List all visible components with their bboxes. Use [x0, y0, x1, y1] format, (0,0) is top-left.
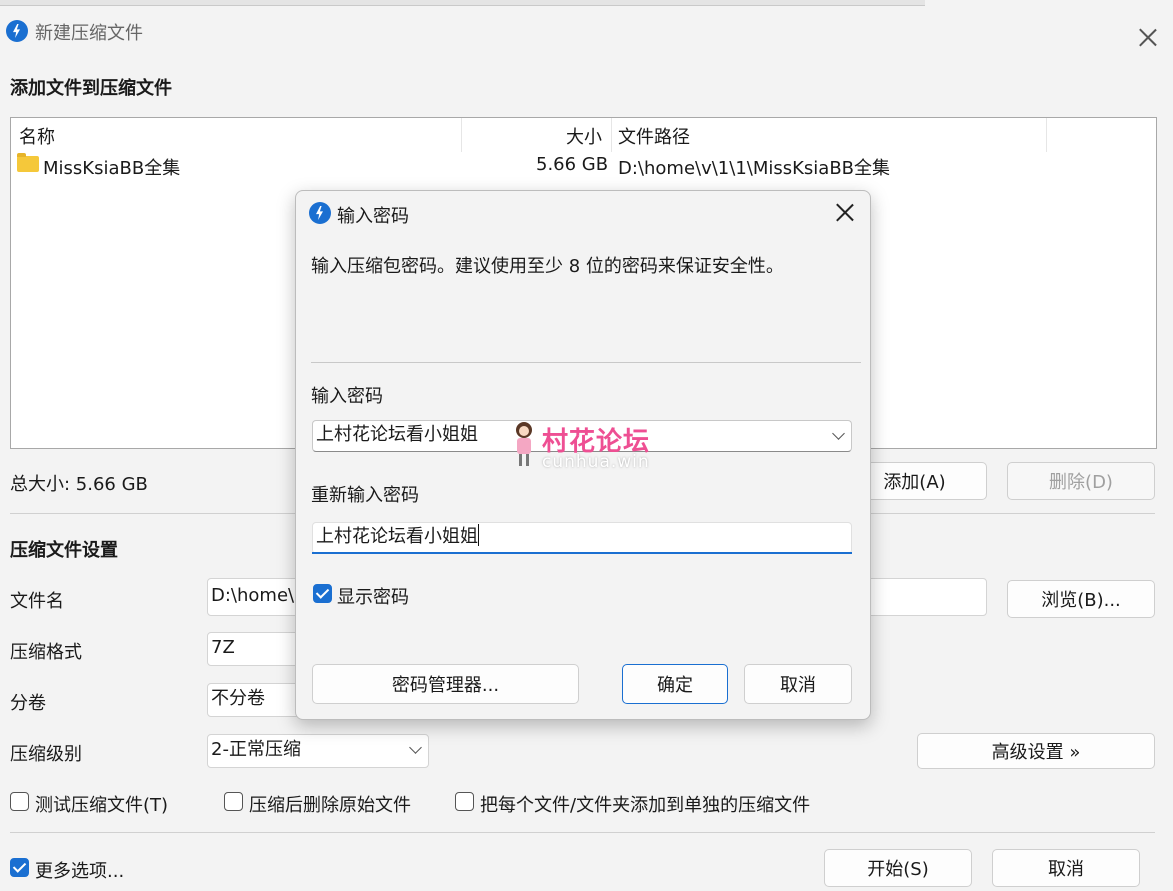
ok-button[interactable]: 确定 [622, 664, 728, 704]
show-password-checkbox[interactable] [313, 584, 332, 603]
password-manager-button[interactable]: 密码管理器... [312, 664, 579, 704]
settings-section-title: 压缩文件设置 [10, 540, 118, 561]
split-label: 分卷 [10, 693, 46, 714]
each-separate-label: 把每个文件/文件夹添加到单独的压缩文件 [480, 795, 811, 816]
format-label: 压缩格式 [10, 642, 82, 663]
close-icon[interactable] [1139, 28, 1157, 46]
dialog-description: 输入压缩包密码。建议使用至少 8 位的密码来保证安全性。 [311, 256, 784, 277]
watermark-figure-icon [510, 420, 538, 470]
filename-label: 文件名 [10, 591, 64, 612]
window-titlebar: 新建压缩文件 [0, 6, 1173, 52]
browse-button[interactable]: 浏览(B)... [1007, 580, 1155, 618]
advanced-settings-button[interactable]: 高级设置 » [917, 733, 1155, 769]
window-title: 新建压缩文件 [35, 23, 143, 44]
row-path: D:\home\v\1\1\MissKsiaBB全集 [618, 158, 891, 179]
start-button[interactable]: 开始(S) [824, 849, 972, 887]
total-size-label: 总大小: 5.66 GB [10, 474, 148, 495]
confirm-password-value: 上村花论坛看小姐姐 [316, 526, 478, 547]
test-archive-label: 测试压缩文件(T) [35, 795, 169, 816]
delete-after-label: 压缩后删除原始文件 [249, 795, 411, 816]
column-separator [1046, 118, 1047, 152]
show-password-label: 显示密码 [337, 587, 409, 608]
chevron-down-icon[interactable] [832, 427, 845, 440]
each-separate-checkbox[interactable] [455, 792, 474, 811]
level-select[interactable]: 2-正常压缩 [207, 734, 429, 768]
more-options-checkbox[interactable] [10, 858, 29, 877]
column-separator [461, 118, 462, 152]
divider [311, 362, 861, 363]
row-name: MissKsiaBB全集 [43, 158, 181, 179]
level-label: 压缩级别 [10, 744, 82, 765]
app-logo-icon [309, 202, 331, 224]
dialog-title: 输入密码 [337, 206, 409, 227]
delete-button[interactable]: 删除(D) [1007, 462, 1155, 500]
row-size: 5.66 GB [536, 154, 609, 175]
app-logo-icon [6, 20, 28, 42]
watermark-url: cunhua.win [542, 452, 650, 472]
delete-after-checkbox[interactable] [224, 792, 243, 811]
column-header-name[interactable]: 名称 [19, 123, 55, 149]
close-icon[interactable] [836, 203, 854, 221]
focus-underline [312, 552, 852, 554]
test-archive-checkbox[interactable] [10, 792, 29, 811]
column-separator [611, 118, 612, 152]
confirm-password-label: 重新输入密码 [311, 485, 419, 506]
more-options-label: 更多选项... [35, 861, 125, 882]
text-caret [478, 524, 479, 546]
column-header-size[interactable]: 大小 [566, 123, 602, 149]
password-input-value: 上村花论坛看小姐姐 [316, 424, 478, 445]
confirm-password-input[interactable]: 上村花论坛看小姐姐 [312, 522, 852, 554]
cancel-button[interactable]: 取消 [992, 849, 1140, 887]
password-label: 输入密码 [311, 386, 383, 407]
column-header-path[interactable]: 文件路径 [618, 123, 690, 149]
add-files-section-title: 添加文件到压缩文件 [10, 78, 172, 99]
dialog-cancel-button[interactable]: 取消 [744, 664, 852, 704]
level-select-value: 2-正常压缩 [211, 739, 301, 760]
divider [10, 832, 1155, 833]
folder-icon [17, 153, 39, 172]
chevron-down-icon [409, 741, 422, 754]
